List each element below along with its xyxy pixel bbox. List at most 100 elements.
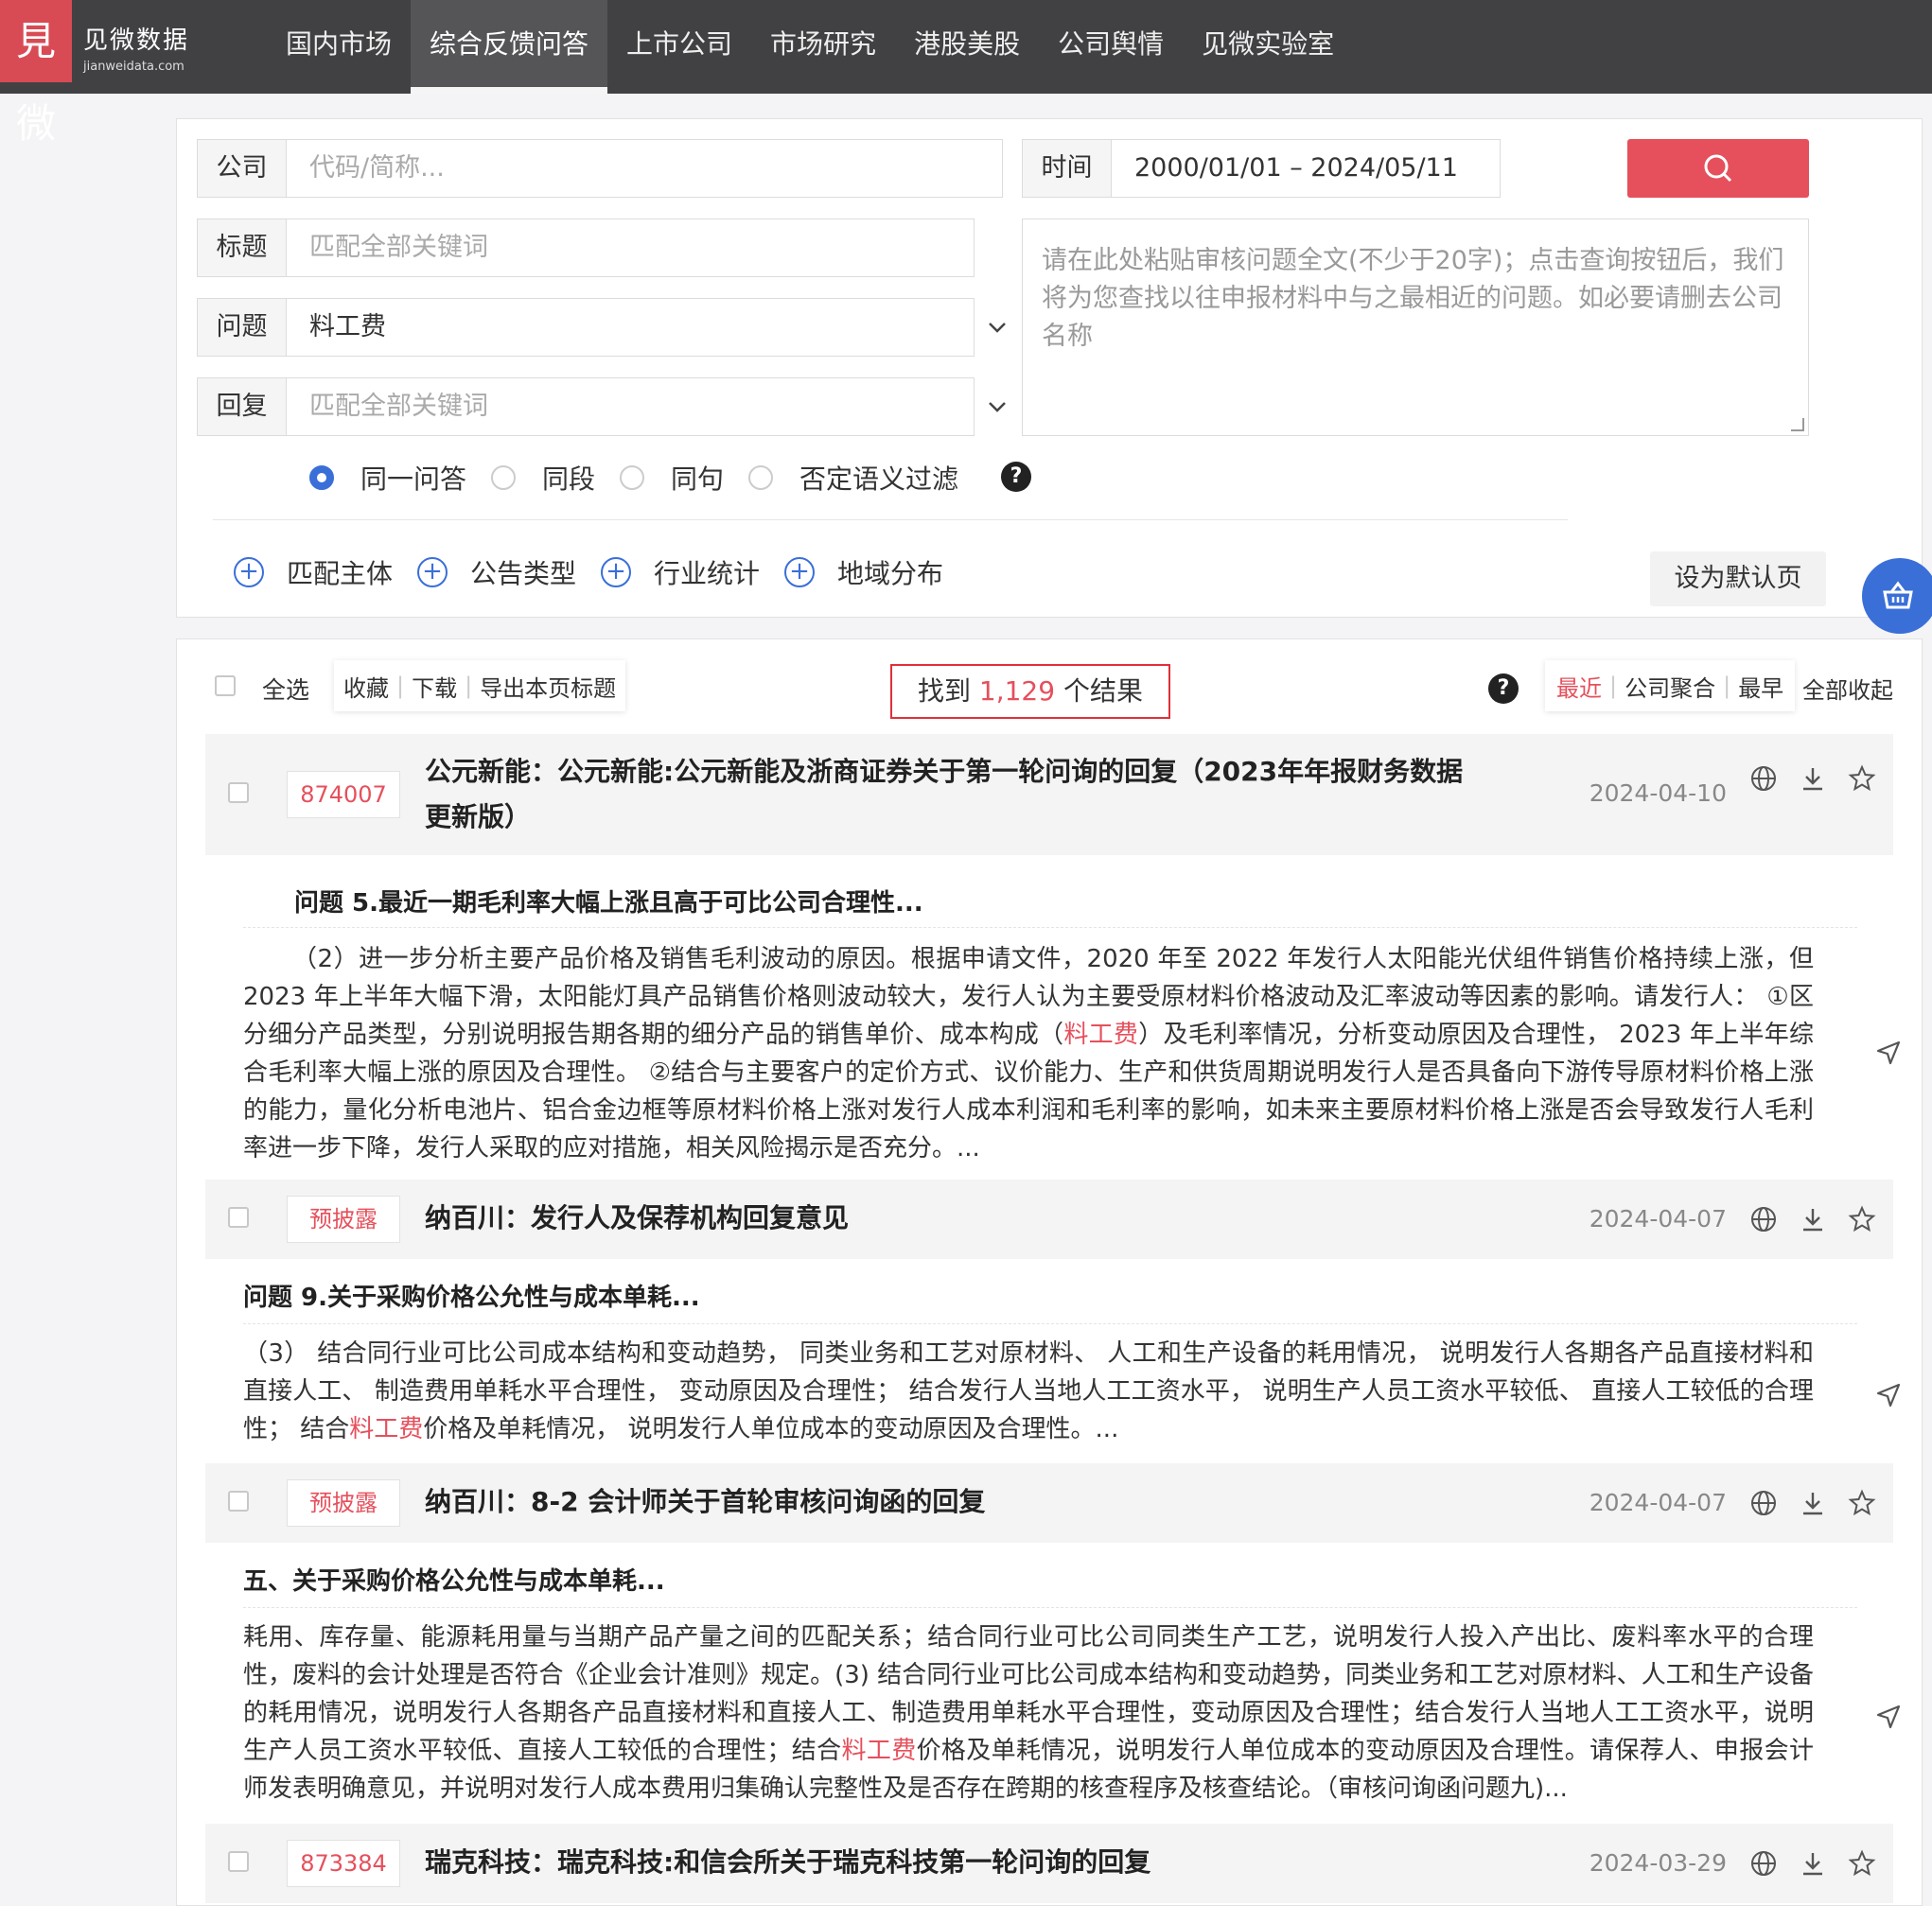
item-code-tag[interactable]: 873384 [287,1840,400,1887]
radio-same-qa-label[interactable]: 同一问答 [360,459,466,497]
title-field[interactable]: 标题 匹配全部关键词 [197,219,975,277]
download-icon[interactable] [1799,1489,1827,1517]
company-input[interactable]: 代码/简称... [287,140,1002,197]
plus-circle-icon[interactable]: + [784,557,816,587]
radio-same-paragraph-label[interactable]: 同段 [542,459,595,497]
item-code-tag[interactable]: 874007 [287,771,400,818]
sort-company-group[interactable]: 公司聚合 [1625,670,1715,703]
set-default-page-button[interactable]: 设为默认页 [1650,551,1826,606]
logo-glyph: 見微 [15,18,56,147]
star-icon[interactable] [1848,1205,1876,1233]
send-icon[interactable] [1874,1703,1903,1731]
collapse-all-button[interactable]: 全部收起 [1802,672,1893,705]
download-icon[interactable] [1799,764,1827,793]
item-predisclosure-tag[interactable]: 预披露 [287,1479,400,1527]
company-field[interactable]: 公司 代码/简称... [197,139,1003,198]
nav-listed-companies[interactable]: 上市公司 [607,0,751,94]
favorite-button[interactable]: 收藏 [343,670,389,703]
question-excerpt: 耗用、库存量、能源耗用量与当期产品产量之间的匹配关系；结合同行业可比公司同类生产… [243,1618,1814,1808]
export-titles-button[interactable]: 导出本页标题 [480,670,616,703]
download-button[interactable]: 下载 [412,670,457,703]
radio-same-qa[interactable] [309,465,334,490]
nav-domestic-market[interactable]: 国内市场 [267,0,411,94]
excerpt-text: 价格及单耗情况， 说明发行人单位成本的变动原因及合理性。... [423,1415,1119,1443]
item-title[interactable]: 公元新能：公元新能:公元新能及浙商证券关于第一轮问询的回复（2023年年报财务数… [425,749,1475,840]
question-excerpt: （3） 结合同行业可比公司成本结构和变动趋势， 同类业务和工艺对原材料、 人工和… [243,1335,1814,1448]
star-icon[interactable] [1848,1849,1876,1878]
radio-negation-filter[interactable] [748,465,774,490]
chevron-down-icon[interactable] [983,393,1011,421]
item-checkbox[interactable] [228,1207,249,1228]
globe-icon[interactable] [1749,1489,1778,1517]
sort-earliest[interactable]: 最早 [1738,670,1783,703]
question-title[interactable]: 五、关于采购价格公允性与成本单耗... [243,1562,665,1597]
radio-same-sentence[interactable] [620,465,645,490]
question-title[interactable]: 问题 9.关于采购价格公允性与成本单耗... [243,1278,700,1313]
item-date: 2024-04-10 [1589,779,1727,807]
question-excerpt: （2）进一步分析主要产品价格及销售毛利波动的原因。根据申请文件，2020 年至 … [243,940,1814,1167]
title-input[interactable]: 匹配全部关键词 [287,219,974,276]
nav-lab[interactable]: 见微实验室 [1183,0,1353,94]
reply-input[interactable]: 匹配全部关键词 [287,378,974,435]
time-label: 时间 [1023,140,1112,197]
filter-region[interactable]: 地域分布 [837,553,943,591]
nav-feedback-qa[interactable]: 综合反馈问答 [411,0,608,94]
item-title[interactable]: 纳百川：8-2 会计师关于首轮审核问询函的回复 [425,1479,1475,1525]
radio-same-sentence-label[interactable]: 同句 [671,459,724,497]
item-predisclosure-tag[interactable]: 预披露 [287,1196,400,1243]
globe-icon[interactable] [1749,1205,1778,1233]
divider [243,927,1857,928]
search-button[interactable] [1627,139,1809,198]
item-checkbox[interactable] [228,782,249,803]
send-icon[interactable] [1874,1039,1903,1067]
keyword-highlight: 料工费 [349,1415,424,1443]
logo[interactable]: 見微 [0,0,72,147]
basket-button[interactable] [1862,558,1932,634]
top-navigation-bar: 見微 见微数据 jianweidata.com 国内市场 综合反馈问答 上市公司… [0,0,1932,147]
select-all-label[interactable]: 全选 [262,672,309,706]
help-icon[interactable]: ? [1001,462,1031,492]
filter-match-entity[interactable]: 匹配主体 [287,553,393,591]
paste-placeholder: 请在此处粘贴审核问题全文(不少于20字)；点击查询按钮后，我们将为您查找以往申报… [1042,246,1784,351]
question-input[interactable]: 料工费 [287,299,974,356]
question-label: 问题 [198,299,287,356]
download-icon[interactable] [1799,1849,1827,1878]
globe-icon[interactable] [1749,764,1778,793]
reply-field[interactable]: 回复 匹配全部关键词 [197,377,975,436]
time-range-input[interactable]: 2000/01/01 – 2024/05/11 [1112,140,1500,197]
globe-icon[interactable] [1749,1849,1778,1878]
send-icon[interactable] [1874,1381,1903,1409]
nav-public-opinion[interactable]: 公司舆情 [1039,0,1183,94]
time-field[interactable]: 时间 2000/01/01 – 2024/05/11 [1022,139,1501,198]
question-title[interactable]: 问题 5.最近一期毛利率大幅上涨且高于可比公司合理性... [294,883,923,918]
paste-question-textarea[interactable]: 请在此处粘贴审核问题全文(不少于20字)；点击查询按钮后，我们将为您查找以往申报… [1022,219,1809,436]
keyword-highlight: 料工费 [841,1737,917,1765]
count-number: 1,129 [978,675,1056,707]
question-field[interactable]: 问题 料工费 [197,298,975,357]
plus-circle-icon[interactable]: + [601,557,632,587]
filter-industry-stats[interactable]: 行业统计 [654,553,760,591]
sort-latest[interactable]: 最近 [1556,670,1602,703]
resize-handle[interactable] [1791,418,1804,431]
chevron-down-icon[interactable] [983,313,1011,341]
item-title[interactable]: 瑞克科技：瑞克科技:和信会所关于瑞克科技第一轮问询的回复 [425,1840,1475,1885]
select-all-checkbox[interactable] [215,675,236,696]
download-icon[interactable] [1799,1205,1827,1233]
radio-negation-filter-label[interactable]: 否定语义过滤 [799,459,958,497]
basket-icon [1883,581,1913,609]
count-suffix: 个结果 [1063,675,1143,707]
radio-same-paragraph[interactable] [491,465,517,490]
reply-label: 回复 [198,378,287,435]
star-icon[interactable] [1848,764,1876,793]
nav-market-research[interactable]: 市场研究 [751,0,895,94]
nav-hk-us-stocks[interactable]: 港股美股 [895,0,1039,94]
star-icon[interactable] [1848,1489,1876,1517]
help-icon[interactable]: ? [1488,673,1519,704]
search-icon [1704,154,1732,183]
item-title[interactable]: 纳百川：发行人及保荐机构回复意见 [425,1196,1475,1241]
plus-circle-icon[interactable]: + [417,557,448,587]
item-checkbox[interactable] [228,1491,249,1512]
plus-circle-icon[interactable]: + [234,557,264,587]
item-checkbox[interactable] [228,1851,249,1872]
filter-announcement-type[interactable]: 公告类型 [470,553,576,591]
